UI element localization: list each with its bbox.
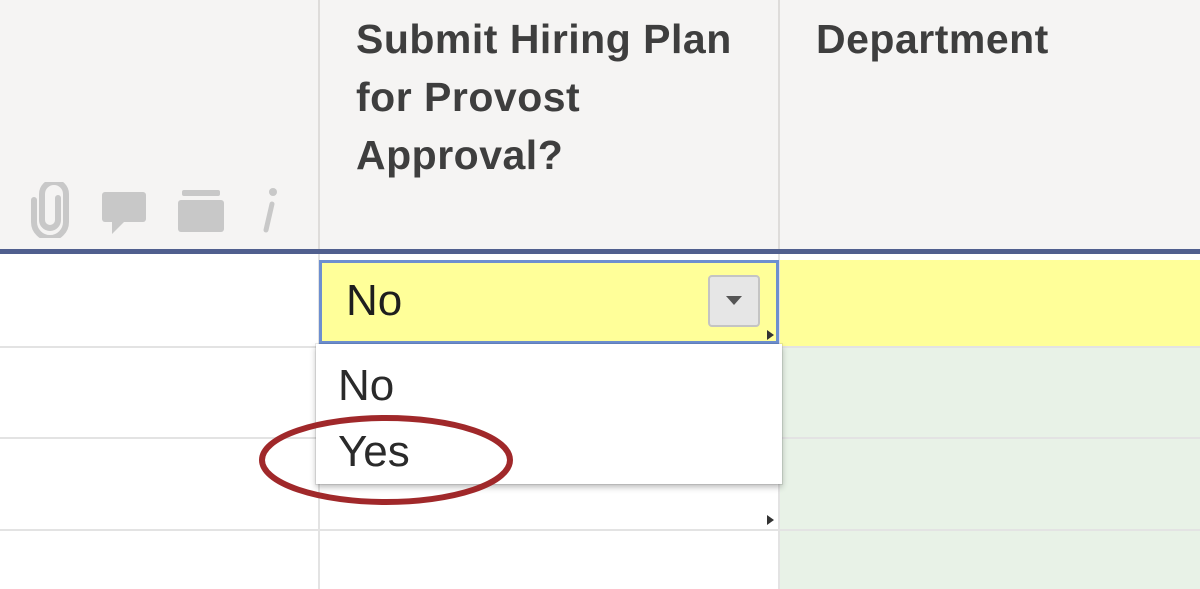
column-header-submit-hiring-plan[interactable]: Submit Hiring Plan for Provost Approval?	[356, 10, 766, 184]
header-column-divider[interactable]	[778, 0, 780, 249]
column-header-department[interactable]: Department	[816, 10, 1196, 68]
comment-icon[interactable]	[100, 182, 150, 238]
cell-overflow-marker	[767, 515, 774, 525]
department-cell-active-row[interactable]	[780, 260, 1200, 346]
hiring-plan-dropdown-cell[interactable]: No	[319, 260, 779, 344]
row-action-icons	[28, 182, 298, 238]
dropdown-toggle-button[interactable]	[708, 275, 760, 327]
header-bottom-rule	[0, 249, 1200, 254]
grid-header: Submit Hiring Plan for Provost Approval?…	[0, 0, 1200, 249]
row-divider	[0, 529, 1200, 531]
department-column-cells[interactable]	[780, 348, 1200, 589]
dropdown-selected-value: No	[346, 276, 403, 325]
info-icon[interactable]	[256, 182, 286, 238]
dropdown-options-list: No Yes	[316, 344, 782, 484]
cell-overflow-marker	[767, 330, 774, 340]
dropdown-option-yes[interactable]: Yes	[338, 424, 410, 480]
header-column-divider[interactable]	[318, 0, 320, 249]
paperclip-icon[interactable]	[28, 182, 74, 238]
grid: Submit Hiring Plan for Provost Approval?…	[0, 0, 1200, 589]
chevron-down-icon	[726, 296, 742, 305]
proof-icon[interactable]	[176, 182, 226, 238]
dropdown-option-no[interactable]: No	[338, 358, 394, 414]
